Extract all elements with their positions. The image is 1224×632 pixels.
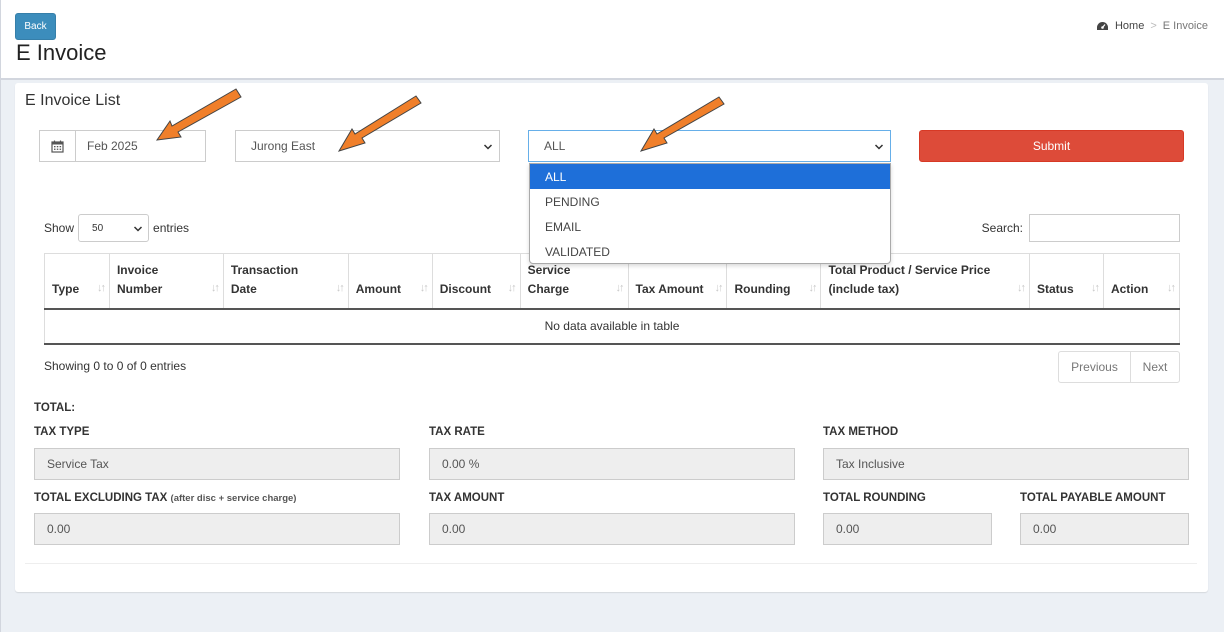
- total-excluding-tax-label-text: TOTAL EXCLUDING TAX: [34, 492, 168, 504]
- breadcrumb-home[interactable]: Home: [1115, 20, 1144, 32]
- breadcrumb: Home > E Invoice: [1096, 20, 1208, 32]
- table-row: No data available in table: [44, 308, 1180, 345]
- total-payable-field: 0.00: [1020, 513, 1189, 545]
- column-header-label: Total Product / Service Price (include t…: [828, 262, 991, 296]
- chevron-down-icon: [874, 141, 884, 155]
- tax-type-label: TAX TYPE: [34, 426, 90, 438]
- sort-icon: ↓↑: [419, 281, 429, 294]
- next-page-button[interactable]: Next: [1131, 352, 1179, 382]
- total-payable-label: TOTAL PAYABLE AMOUNT: [1020, 492, 1166, 504]
- totals-heading: TOTAL:: [34, 402, 76, 414]
- empty-table-message: No data available in table: [44, 308, 1180, 345]
- sort-icon: ↓↑: [96, 281, 106, 294]
- show-label: Show: [44, 221, 75, 235]
- submit-button[interactable]: Submit: [919, 130, 1184, 162]
- status-option-all[interactable]: ALL: [530, 164, 890, 189]
- column-header-label: Status: [1037, 281, 1074, 296]
- pagination: Previous Next: [1058, 351, 1180, 383]
- sort-icon: ↓↑: [615, 281, 625, 294]
- location-select[interactable]: Jurong East: [235, 130, 500, 162]
- table-info: Showing 0 to 0 of 0 entries: [44, 359, 187, 373]
- total-rounding-label: TOTAL ROUNDING: [823, 492, 926, 504]
- table-search: Search:: [982, 214, 1180, 242]
- page-length-value: 50: [92, 222, 104, 234]
- status-dropdown: ALL PENDING EMAIL VALIDATED: [529, 163, 891, 264]
- sort-icon: ↓↑: [808, 281, 817, 294]
- column-header-transaction-date[interactable]: Transaction Date ↓↑: [222, 253, 349, 310]
- total-excluding-tax-field: 0.00: [34, 513, 400, 545]
- column-header-discount[interactable]: Discount ↓↑: [431, 253, 521, 310]
- calendar-icon[interactable]: [40, 131, 76, 161]
- invoice-list-box: E Invoice List Feb 2025 Jurong East ALL …: [15, 83, 1208, 592]
- total-excluding-tax-label: TOTAL EXCLUDING TAX (after disc + servic…: [34, 492, 296, 504]
- sort-icon: ↓↑: [1017, 281, 1026, 294]
- location-select-value: Jurong East: [251, 139, 316, 153]
- status-select-value: ALL: [544, 139, 566, 153]
- page-title: E Invoice: [16, 40, 107, 65]
- total-excluding-tax-note: (after disc + service charge): [170, 493, 297, 504]
- tax-type-field: Service Tax: [34, 448, 400, 480]
- status-option-pending[interactable]: PENDING: [530, 189, 890, 214]
- status-select[interactable]: ALL: [528, 130, 891, 162]
- page: Back E Invoice Home > E Invoice E Invoic…: [0, 0, 1224, 632]
- breadcrumb-separator: >: [1150, 20, 1157, 32]
- status-option-validated[interactable]: VALIDATED: [530, 239, 890, 264]
- sort-icon: ↓↑: [1167, 281, 1176, 294]
- column-header-label: Rounding: [734, 281, 791, 296]
- total-rounding-field: 0.00: [823, 513, 992, 545]
- chevron-down-icon: [133, 224, 143, 237]
- column-header-label: Type: [52, 281, 80, 296]
- breadcrumb-current: E Invoice: [1162, 20, 1208, 32]
- tax-amount-label: TAX AMOUNT: [429, 492, 505, 504]
- column-header-label: Amount: [355, 281, 402, 296]
- tax-method-field: Tax Inclusive: [823, 448, 1189, 480]
- sort-icon: ↓↑: [507, 281, 517, 294]
- search-label: Search:: [981, 221, 1023, 235]
- column-header-label: Tax Amount: [635, 281, 704, 296]
- column-header-label: Discount: [439, 281, 492, 296]
- chevron-down-icon: [483, 141, 493, 155]
- column-header-label: Transaction Date: [230, 262, 299, 296]
- column-header-status[interactable]: Status ↓↑: [1029, 253, 1104, 310]
- invoice-table: Type ↓↑ Invoice Number ↓↑ Transaction Date…: [44, 253, 1181, 345]
- sort-icon: ↓↑: [335, 281, 345, 294]
- search-input[interactable]: [1029, 214, 1180, 242]
- back-button[interactable]: Back: [15, 13, 56, 40]
- page-length-select[interactable]: 50: [78, 214, 150, 242]
- month-picker[interactable]: Feb 2025: [39, 130, 206, 162]
- month-input[interactable]: Feb 2025: [76, 131, 205, 161]
- entries-label: entries: [153, 221, 190, 235]
- sort-icon: ↓↑: [714, 281, 723, 294]
- column-header-label: Invoice Number: [116, 262, 163, 296]
- content-header: Back E Invoice Home > E Invoice: [1, 0, 1224, 80]
- column-header-action[interactable]: Action ↓↑: [1102, 253, 1181, 310]
- sort-icon: ↓↑: [1090, 281, 1100, 294]
- column-header-label: Action: [1110, 281, 1149, 296]
- status-option-email[interactable]: EMAIL: [530, 214, 890, 239]
- box-title: E Invoice List: [25, 92, 121, 109]
- tax-amount-field: 0.00: [429, 513, 795, 545]
- tax-rate-field: 0.00 %: [429, 448, 795, 480]
- column-header-label: Service Charge: [527, 262, 571, 296]
- page-length-control: Show 50 entries: [44, 214, 189, 242]
- box-footer-divider: [25, 563, 1197, 564]
- dashboard-icon: [1096, 21, 1109, 32]
- sort-icon: ↓↑: [210, 281, 220, 294]
- column-header-amount[interactable]: Amount ↓↑: [347, 253, 433, 310]
- tax-method-label: TAX METHOD: [823, 426, 899, 438]
- column-header-type[interactable]: Type ↓↑: [44, 253, 110, 310]
- previous-page-button[interactable]: Previous: [1059, 352, 1131, 382]
- column-header-invoice-number[interactable]: Invoice Number ↓↑: [108, 253, 224, 310]
- tax-rate-label: TAX RATE: [429, 426, 485, 438]
